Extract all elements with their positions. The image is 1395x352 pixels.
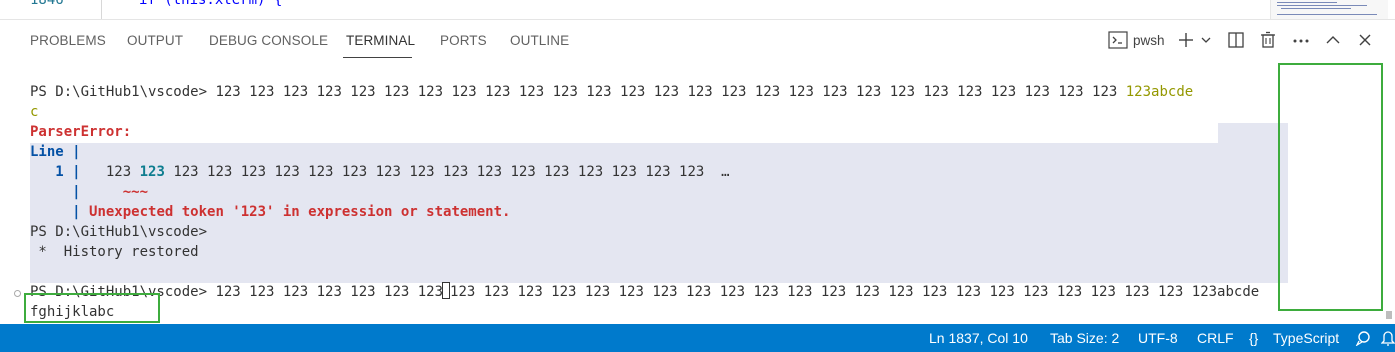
active-tab-indicator bbox=[343, 57, 412, 58]
editor-code-line[interactable]: if (this.xterm) { bbox=[139, 0, 282, 8]
tab-outline[interactable]: OUTLINE bbox=[510, 33, 569, 48]
command-decoration-icon[interactable] bbox=[14, 290, 21, 297]
error-code-line: 1 | 123 123 123 123 123 123 123 123 123 … bbox=[30, 164, 730, 180]
chevron-down-icon[interactable] bbox=[1200, 35, 1212, 45]
encoding[interactable]: UTF-8 bbox=[1138, 330, 1178, 346]
error-squiggle-line: | ~~~ bbox=[30, 184, 149, 200]
terminal-cursor bbox=[442, 282, 451, 299]
tab-size[interactable]: Tab Size: 2 bbox=[1050, 330, 1119, 346]
terminal-line: c bbox=[30, 104, 39, 120]
terminal-output[interactable]: PS D:\GitHub1\vscode> 123 123 123 123 12… bbox=[0, 62, 1395, 324]
notifications-bell-icon[interactable] bbox=[1381, 329, 1395, 347]
tab-terminal[interactable]: TERMINAL bbox=[346, 33, 415, 48]
editor-line-number: 1846 bbox=[30, 0, 64, 8]
close-panel-icon[interactable] bbox=[1358, 33, 1372, 47]
terminal-scrollbar[interactable] bbox=[1386, 311, 1392, 319]
more-actions-icon[interactable] bbox=[1292, 38, 1310, 44]
tab-debug-console[interactable]: DEBUG CONSOLE bbox=[209, 33, 328, 48]
terminal-line: PS D:\GitHub1\vscode> bbox=[30, 224, 208, 240]
terminal-icon bbox=[1108, 31, 1128, 49]
terminal-profile-label: pwsh bbox=[1133, 33, 1165, 48]
history-restored-line: * History restored bbox=[30, 244, 199, 260]
terminal-line: PS D:\GitHub1\vscode> 123 123 123 123 12… bbox=[30, 84, 1194, 100]
tab-problems[interactable]: PROBLEMS bbox=[30, 33, 106, 48]
language-mode[interactable]: TypeScript bbox=[1273, 330, 1339, 346]
annotation-box-right bbox=[1278, 63, 1383, 311]
language-braces-icon: {} bbox=[1249, 330, 1259, 346]
cursor-position[interactable]: Ln 1837, Col 10 bbox=[929, 330, 1028, 346]
error-title: ParserError: bbox=[30, 124, 132, 140]
error-message-line: | Unexpected token '123' in expression o… bbox=[30, 204, 511, 220]
current-command-line: PS D:\GitHub1\vscode> 123 123 123 123 12… bbox=[30, 282, 1260, 300]
minimap[interactable] bbox=[1270, 0, 1388, 19]
tab-ports[interactable]: PORTS bbox=[440, 33, 487, 48]
split-terminal-icon[interactable] bbox=[1227, 31, 1245, 49]
status-bar: Ln 1837, Col 10 Tab Size: 2 UTF-8 CRLF {… bbox=[0, 324, 1395, 352]
editor-area[interactable]: 1846 if (this.xterm) { bbox=[0, 0, 1395, 20]
annotation-box-bottom bbox=[24, 293, 160, 323]
line-ending[interactable]: CRLF bbox=[1197, 330, 1234, 346]
indent-guide bbox=[101, 0, 102, 19]
error-line-label: Line | bbox=[30, 144, 81, 160]
maximize-panel-chevron-up-icon[interactable] bbox=[1325, 34, 1341, 46]
new-terminal-plus-icon[interactable] bbox=[1177, 32, 1195, 48]
feedback-icon[interactable] bbox=[1355, 330, 1373, 346]
trash-icon[interactable] bbox=[1259, 31, 1277, 49]
tab-output[interactable]: OUTPUT bbox=[127, 33, 183, 48]
